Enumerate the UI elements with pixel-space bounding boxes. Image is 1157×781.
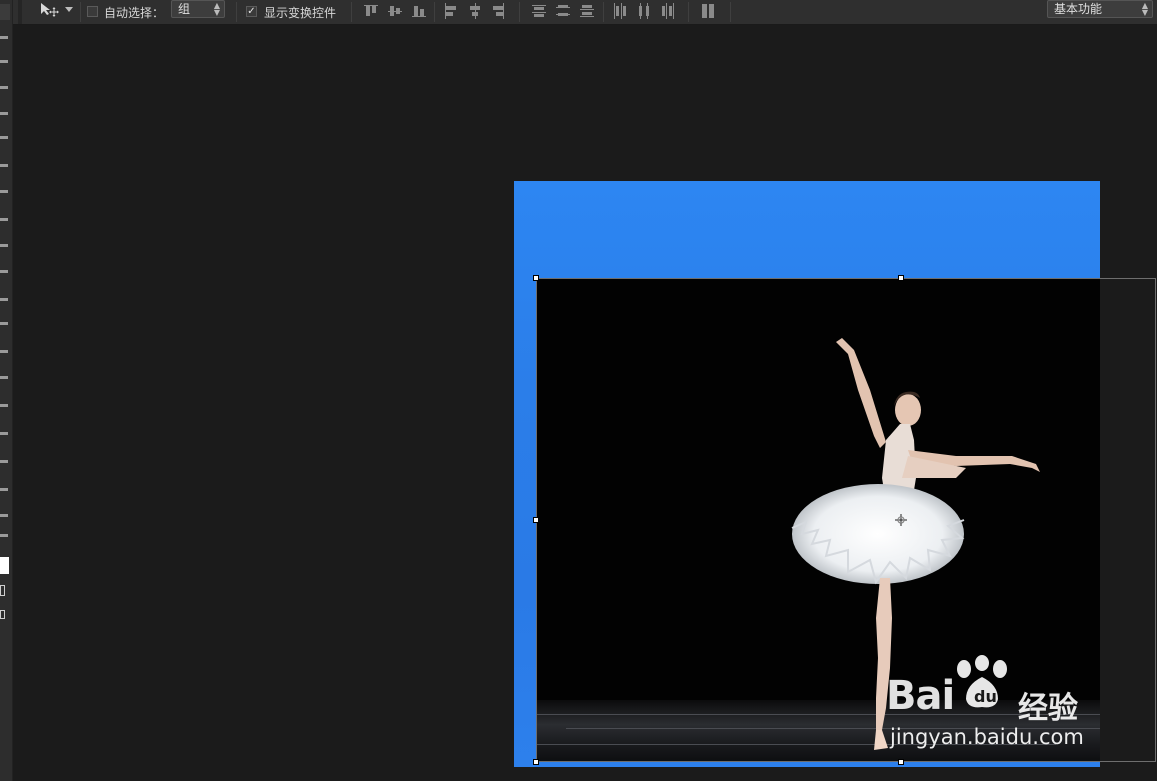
distribute-left-edges-icon[interactable] (613, 3, 627, 19)
pen-tool-icon[interactable] (0, 376, 8, 379)
align-bottom-edges-icon[interactable] (412, 3, 426, 19)
distribute-bottom-edges-icon[interactable] (580, 3, 594, 19)
distribute-horizontal-centers-icon[interactable] (637, 3, 651, 19)
workspace-switcher[interactable]: 基本功能 ▲ ▼ (1047, 0, 1153, 18)
options-separator (236, 2, 237, 22)
type-tool-icon[interactable] (0, 404, 8, 407)
watermark-site: jingyan.baidu.com (890, 725, 1084, 749)
dodge-tool-icon[interactable] (0, 350, 8, 353)
path-selection-tool-icon[interactable] (0, 432, 8, 435)
history-brush-tool-icon[interactable] (0, 244, 8, 247)
background-color-swatch[interactable] (0, 585, 5, 596)
dropdown-arrows-icon: ▲ ▼ (1141, 1, 1148, 17)
distribute-right-edges-icon[interactable] (661, 3, 675, 19)
transform-handle-top-left[interactable] (533, 275, 539, 281)
toolbar-gripper (18, 0, 22, 24)
foreground-color-swatch[interactable] (0, 557, 9, 574)
distribute-top-edges-icon[interactable] (532, 3, 546, 19)
align-horizontal-centers-icon[interactable] (468, 3, 482, 19)
move-tool-icon (41, 3, 59, 17)
tool-preset-picker[interactable] (36, 0, 76, 22)
quick-mask-icon[interactable] (0, 610, 5, 619)
distribute-vertical-centers-icon[interactable] (556, 3, 570, 19)
blur-tool-icon[interactable] (0, 322, 8, 325)
tools-panel (0, 0, 13, 781)
checkmark-icon: ✓ (247, 6, 256, 17)
options-separator (80, 2, 81, 22)
rectangle-tool-icon[interactable] (0, 460, 8, 463)
transform-handle-bottom-left[interactable] (533, 759, 539, 765)
brush-tool-icon[interactable] (0, 190, 8, 193)
auto-select-label: 自动选择： (104, 6, 165, 20)
crop-tool-icon[interactable] (0, 112, 8, 115)
align-vertical-centers-icon[interactable] (388, 3, 402, 19)
options-separator (688, 2, 689, 22)
align-right-edges-icon[interactable] (491, 3, 505, 19)
options-separator (351, 2, 352, 22)
options-separator (519, 2, 520, 22)
move-tool-icon[interactable] (0, 4, 10, 20)
crosshair-icon[interactable] (895, 514, 907, 526)
options-separator (603, 2, 604, 22)
align-left-edges-icon[interactable] (444, 3, 458, 19)
dropdown-arrows-icon: ▲ ▼ (213, 1, 220, 17)
transform-handle-top-center[interactable] (898, 275, 904, 281)
watermark-brand: Bai (886, 673, 955, 719)
auto-select-target-value: 组 (178, 2, 191, 16)
svg-text:du: du (974, 687, 997, 706)
chevron-down-icon (65, 7, 73, 12)
watermark-brand-suffix: 经验 (1018, 691, 1078, 726)
quick-selection-tool-icon[interactable] (0, 86, 8, 89)
show-transform-controls-checkbox[interactable]: ✓ (246, 6, 257, 17)
clone-stamp-tool-icon[interactable] (0, 218, 8, 221)
hand-tool-icon[interactable] (0, 488, 8, 491)
options-separator (730, 2, 731, 22)
eyedropper-tool-icon[interactable] (0, 136, 8, 139)
paw-logo-icon: du (957, 655, 1007, 708)
options-separator (434, 2, 435, 22)
auto-align-layers-icon[interactable] (701, 3, 715, 19)
zoom-tool-icon[interactable] (0, 514, 8, 517)
lasso-tool-icon[interactable] (0, 60, 8, 63)
swap-colors-icon[interactable] (0, 534, 8, 537)
transform-handle-middle-left[interactable] (533, 517, 539, 523)
transform-handle-bottom-center[interactable] (898, 759, 904, 765)
eraser-tool-icon[interactable] (0, 270, 8, 273)
workspace-value: 基本功能 (1054, 2, 1103, 16)
gradient-tool-icon[interactable] (0, 298, 8, 301)
healing-brush-tool-icon[interactable] (0, 164, 8, 167)
baidu-jingyan-watermark: du Bai 经验 jingyan.baidu.com (886, 655, 1096, 759)
marquee-tool-icon[interactable] (0, 36, 8, 39)
auto-select-checkbox[interactable] (87, 6, 98, 17)
auto-select-target-dropdown[interactable]: 组 ▲ ▼ (171, 0, 225, 18)
show-transform-controls-label: 显示变换控件 (264, 6, 337, 20)
align-top-edges-icon[interactable] (364, 3, 378, 19)
options-bar: 自动选择： 组 ▲ ▼ ✓ 显示变换控件 基本功能 ▲ ▼ (0, 0, 1157, 25)
